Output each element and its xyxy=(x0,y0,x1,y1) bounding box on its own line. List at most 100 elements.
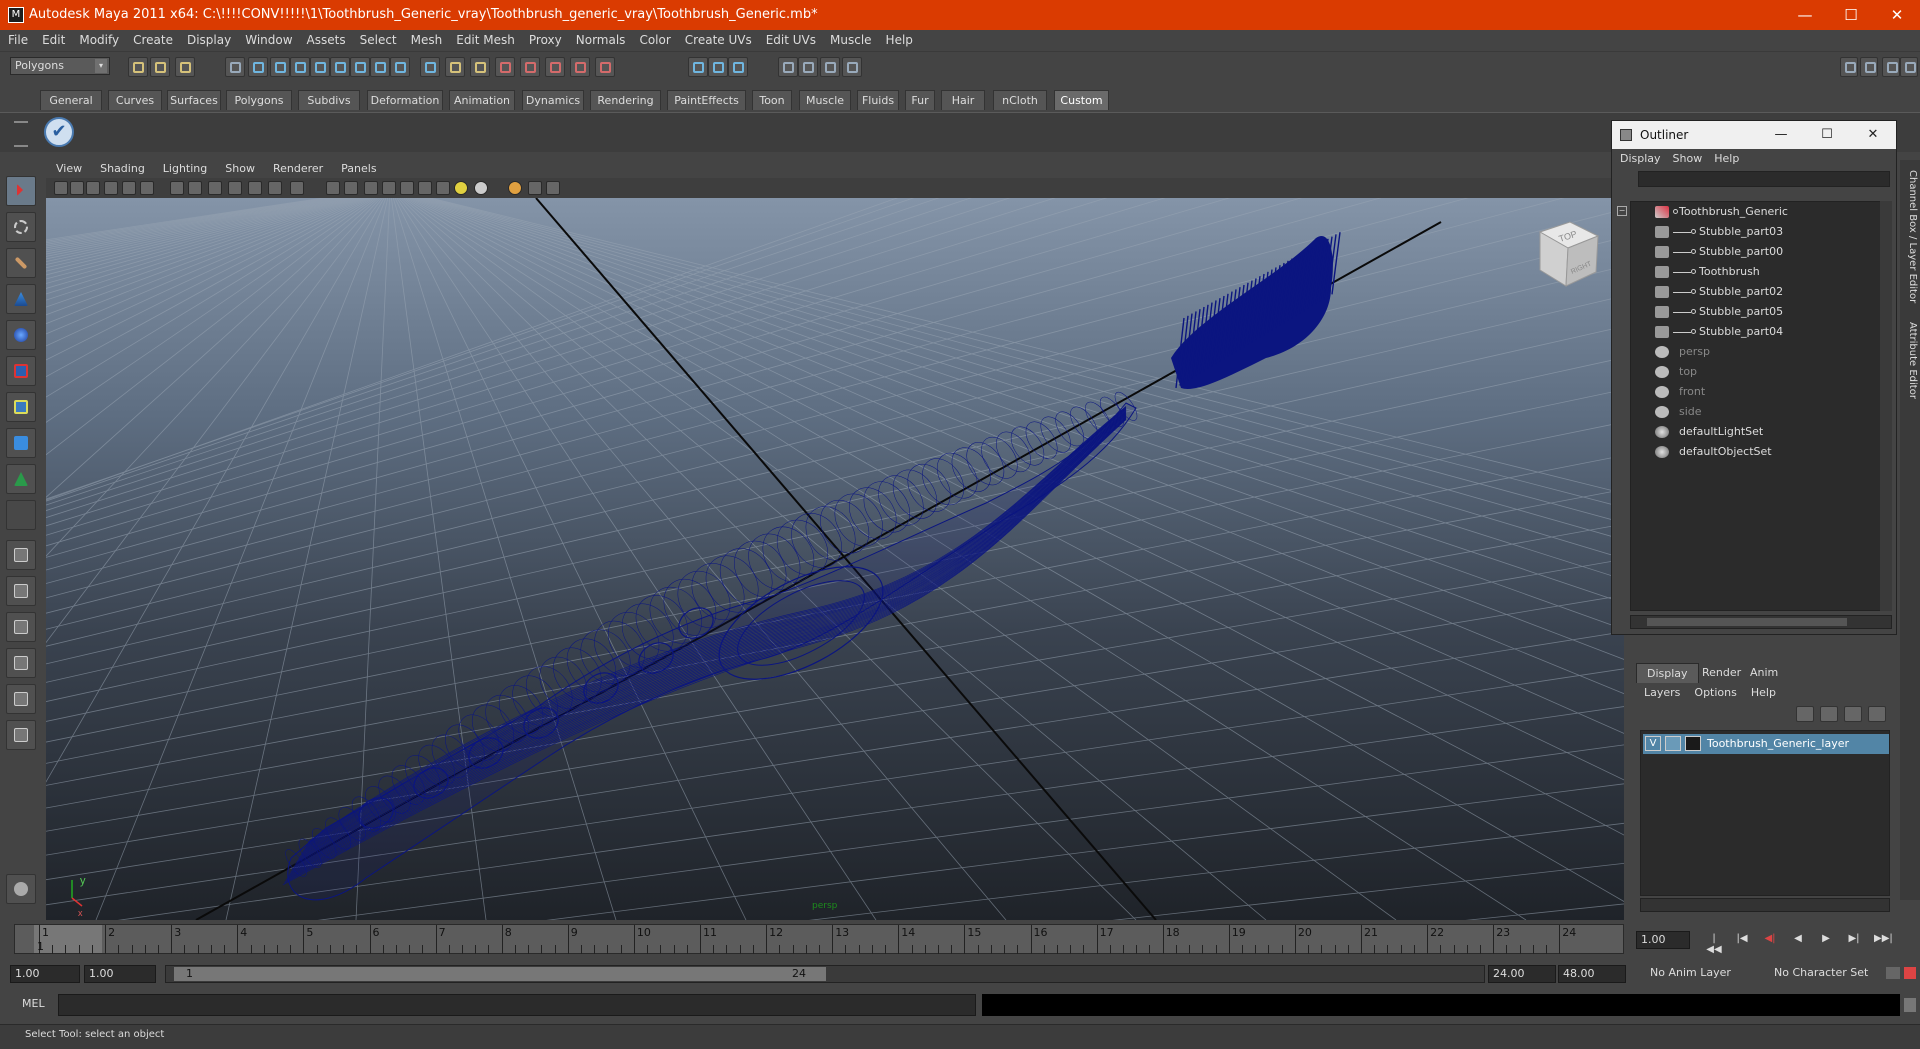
shelf-tab-surfaces[interactable]: Surfaces xyxy=(167,90,221,110)
outliner-close-button[interactable]: ✕ xyxy=(1850,121,1896,149)
panel-menu-view[interactable]: View xyxy=(46,160,90,175)
maximize-button[interactable]: ☐ xyxy=(1828,0,1874,30)
status-tool-icon[interactable] xyxy=(570,57,590,77)
last-tool-icon[interactable] xyxy=(6,464,36,494)
outliner-menu-help[interactable]: Help xyxy=(1714,152,1739,165)
panel-toggle-icon[interactable] xyxy=(1900,57,1918,77)
layer-visibility-toggle[interactable]: V xyxy=(1645,736,1661,751)
panel-tool-icon[interactable] xyxy=(70,181,84,195)
status-tool-icon[interactable] xyxy=(270,57,290,77)
go-to-start-icon[interactable]: |◀◀ xyxy=(1706,933,1722,955)
panel-tool-icon[interactable] xyxy=(382,181,396,195)
panel-tool-icon[interactable] xyxy=(208,181,222,195)
tab-attribute-editor[interactable]: Attribute Editor xyxy=(1902,322,1918,399)
panel-tool-icon[interactable] xyxy=(54,181,68,195)
shelf-tab-dynamics[interactable]: Dynamics xyxy=(522,90,584,110)
outliner-item[interactable]: Stubble_part00 xyxy=(1631,242,1871,262)
panel-menu-panels[interactable]: Panels xyxy=(331,160,384,175)
step-back-key-icon[interactable]: |◀ xyxy=(1734,933,1750,947)
anim-start-field[interactable]: 1.00 xyxy=(84,965,156,983)
range-slider-handle[interactable] xyxy=(174,967,826,981)
view-cube[interactable]: TOPRIGHT xyxy=(1538,221,1600,287)
panel-tool-icon[interactable] xyxy=(546,181,560,195)
shelf-tab-rendering[interactable]: Rendering xyxy=(590,90,661,110)
graph-layout-icon[interactable] xyxy=(6,648,36,678)
outliner-item[interactable]: top xyxy=(1631,362,1871,382)
panel-menu-show[interactable]: Show xyxy=(215,160,263,175)
preferences-icon[interactable] xyxy=(1904,967,1916,979)
shelf-tab-custom[interactable]: Custom xyxy=(1054,90,1109,110)
panel-tool-icon[interactable] xyxy=(86,181,100,195)
outliner-item[interactable]: Toothbrush_Generic xyxy=(1631,202,1871,222)
shelf-tab-fur[interactable]: Fur xyxy=(905,90,935,110)
status-tool-icon[interactable] xyxy=(350,57,370,77)
key-icon[interactable] xyxy=(1886,967,1900,979)
move-tool-icon[interactable] xyxy=(6,284,36,314)
shelf-tab-animation[interactable]: Animation xyxy=(449,90,515,110)
command-language-label[interactable]: MEL xyxy=(22,997,45,1010)
outliner-item[interactable]: front xyxy=(1631,382,1871,402)
menu-display[interactable]: Display xyxy=(179,30,237,47)
panel-tool-icon[interactable] xyxy=(326,181,340,195)
start-time-field[interactable]: 1.00 xyxy=(10,965,80,983)
panel-menu-shading[interactable]: Shading xyxy=(90,160,153,175)
panel-tool-icon[interactable] xyxy=(508,181,522,195)
anim-layer-dropdown[interactable]: No Anim Layer xyxy=(1646,965,1758,983)
panel-tool-icon[interactable] xyxy=(104,181,118,195)
tab-channel-box[interactable]: Channel Box / Layer Editor xyxy=(1902,170,1918,303)
status-tool-icon[interactable] xyxy=(248,57,268,77)
lasso-tool-icon[interactable] xyxy=(6,212,36,242)
collapse-icon[interactable]: − xyxy=(1617,206,1627,216)
panel-tool-icon[interactable] xyxy=(364,181,378,195)
outliner-item[interactable]: defaultObjectSet xyxy=(1631,442,1871,462)
script-editor-button-icon[interactable] xyxy=(1904,998,1916,1012)
menu-select[interactable]: Select xyxy=(352,30,403,47)
status-tool-icon[interactable] xyxy=(688,57,708,77)
layer-horizontal-scrollbar[interactable] xyxy=(1640,898,1890,912)
menu-set-dropdown[interactable]: Polygons ▾ xyxy=(10,57,110,75)
layer-tab-anim[interactable]: Anim xyxy=(1740,663,1788,683)
status-tool-icon[interactable] xyxy=(420,57,440,77)
panel-tool-icon[interactable] xyxy=(400,181,414,195)
shelf-menu-icon[interactable] xyxy=(14,121,28,147)
panel-tool-icon[interactable] xyxy=(122,181,136,195)
menu-window[interactable]: Window xyxy=(237,30,298,47)
status-tool-icon[interactable] xyxy=(175,57,195,77)
layer-playback-toggle[interactable] xyxy=(1665,736,1681,751)
outliner-menu-display[interactable]: Display xyxy=(1620,152,1661,165)
panel-toggle-icon[interactable] xyxy=(1840,57,1858,77)
outliner-layout-icon[interactable] xyxy=(6,684,36,714)
shelf-tab-hair[interactable]: Hair xyxy=(941,90,985,110)
shelf-tab-polygons[interactable]: Polygons xyxy=(226,90,292,110)
outliner-vertical-scrollbar[interactable] xyxy=(1880,201,1892,611)
single-pane-layout-icon[interactable] xyxy=(6,540,36,570)
command-input[interactable] xyxy=(58,994,976,1016)
menu-help[interactable]: Help xyxy=(878,30,919,47)
character-set-dropdown[interactable]: No Character Set xyxy=(1770,965,1880,983)
shelf-tab-curves[interactable]: Curves xyxy=(108,90,162,110)
status-tool-icon[interactable] xyxy=(128,57,148,77)
status-tool-icon[interactable] xyxy=(225,57,245,77)
layer-row[interactable]: V Toothbrush_Generic_layer xyxy=(1643,734,1889,754)
status-tool-icon[interactable] xyxy=(545,57,565,77)
minimize-button[interactable]: — xyxy=(1782,0,1828,30)
panel-tool-icon[interactable] xyxy=(170,181,184,195)
status-tool-icon[interactable] xyxy=(150,57,170,77)
layer-menu-layers[interactable]: Layers xyxy=(1644,686,1680,699)
menu-edit-mesh[interactable]: Edit Mesh xyxy=(448,30,521,47)
rotate-tool-icon[interactable] xyxy=(6,320,36,350)
select-tool-icon[interactable] xyxy=(6,176,36,206)
outliner-item[interactable]: Stubble_part05 xyxy=(1631,302,1871,322)
step-back-frame-icon[interactable]: ◀| xyxy=(1762,933,1778,947)
layer-move-down-icon[interactable] xyxy=(1820,706,1838,722)
play-backward-icon[interactable]: ◀ xyxy=(1790,933,1806,947)
menu-assets[interactable]: Assets xyxy=(299,30,352,47)
close-button[interactable]: ✕ xyxy=(1874,0,1920,30)
menu-normals[interactable]: Normals xyxy=(568,30,632,47)
panel-menu-lighting[interactable]: Lighting xyxy=(153,160,215,175)
current-time-field[interactable]: 1.00 xyxy=(1636,931,1690,949)
status-tool-icon[interactable] xyxy=(798,57,818,77)
script-editor-icon[interactable] xyxy=(6,874,36,904)
layer-move-up-icon[interactable] xyxy=(1796,706,1814,722)
status-tool-icon[interactable] xyxy=(290,57,310,77)
